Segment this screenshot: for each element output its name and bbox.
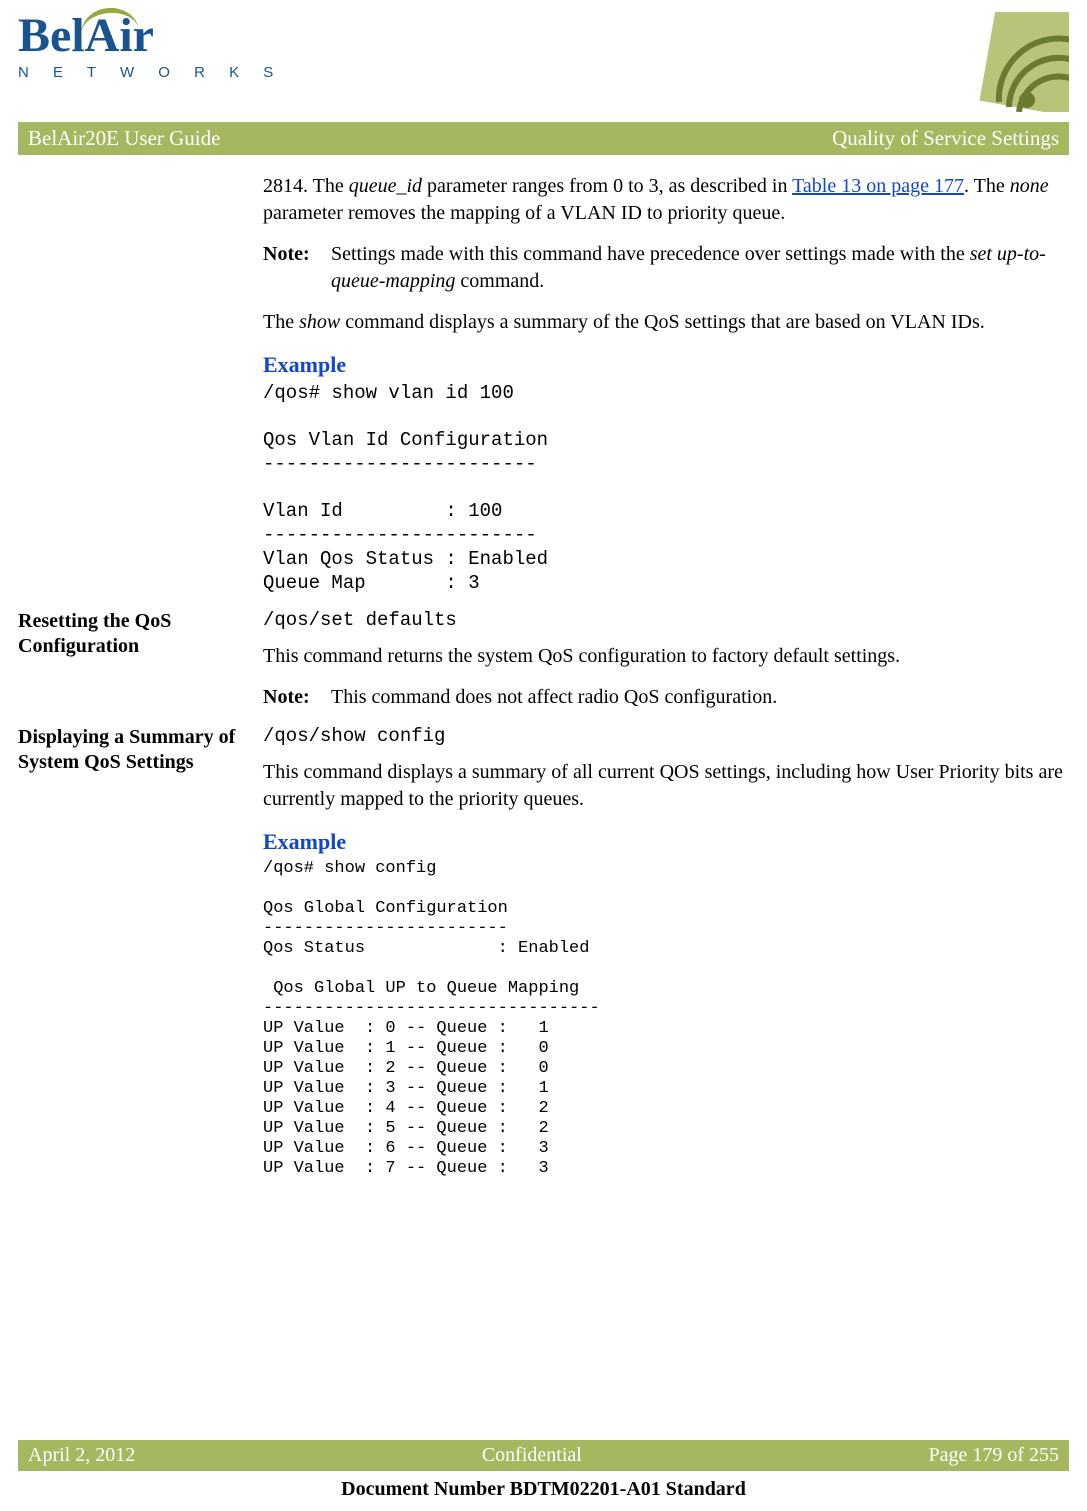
note-2: Note: This command does not affect radio… (263, 684, 1069, 711)
header: BelAir N E T W O R K S (18, 12, 1069, 112)
paragraph-4: This command displays a summary of all c… (263, 759, 1069, 813)
side-heading-empty (18, 173, 263, 609)
note-1: Note: Settings made with this command ha… (263, 241, 1069, 295)
table-13-link[interactable]: Table 13 on page 177 (792, 175, 964, 197)
note-body: Settings made with this command have pre… (331, 241, 1069, 295)
footer-page: Page 179 of 255 (928, 1444, 1059, 1467)
section-title: Quality of Service Settings (832, 126, 1059, 151)
content-block-1: 2814. The queue_id parameter ranges from… (18, 173, 1069, 609)
paragraph-1: 2814. The queue_id parameter ranges from… (263, 173, 1069, 227)
logo-wordmark: BelAir (18, 12, 283, 60)
code-block-4: /qos# show config Qos Global Configurati… (263, 859, 1069, 1180)
footer-bar: April 2, 2012 Confidential Page 179 of 2… (18, 1440, 1069, 1471)
note-body-2: This command does not affect radio QoS c… (331, 684, 1069, 711)
footer-confidential: Confidential (482, 1444, 582, 1467)
decorative-badge-icon (919, 12, 1069, 112)
side-heading-reset: Resetting the QoS Configuration (18, 609, 263, 725)
code-block-3: /qos/show config (263, 725, 1069, 749)
footer-date: April 2, 2012 (28, 1444, 135, 1467)
page: BelAir N E T W O R K S BelAir20E User (0, 0, 1087, 1511)
paragraph-3: This command returns the system QoS conf… (263, 643, 1069, 670)
main-col-1: 2814. The queue_id parameter ranges from… (263, 173, 1069, 609)
belair-logo: BelAir N E T W O R K S (18, 12, 283, 81)
example-heading-2: Example (263, 827, 1069, 857)
code-block-2: /qos/set defaults (263, 609, 1069, 633)
paragraph-2: The show command displays a summary of t… (263, 309, 1069, 336)
logo-subtext: N E T W O R K S (18, 64, 283, 81)
main-col-2: /qos/set defaults This command returns t… (263, 609, 1069, 725)
main-col-3: /qos/show config This command displays a… (263, 725, 1069, 1193)
side-heading-summary: Displaying a Summary of System QoS Setti… (18, 725, 263, 1193)
note-label: Note: (263, 241, 331, 295)
content-block-2: Resetting the QoS Configuration /qos/set… (18, 609, 1069, 725)
title-bar: BelAir20E User Guide Quality of Service … (18, 122, 1069, 155)
code-block-1: /qos# show vlan id 100 Qos Vlan Id Confi… (263, 382, 1069, 596)
guide-title: BelAir20E User Guide (28, 126, 220, 151)
document-number: Document Number BDTM02201-A01 Standard (0, 1478, 1087, 1501)
content-block-3: Displaying a Summary of System QoS Setti… (18, 725, 1069, 1193)
note-label-2: Note: (263, 684, 331, 711)
example-heading-1: Example (263, 350, 1069, 380)
